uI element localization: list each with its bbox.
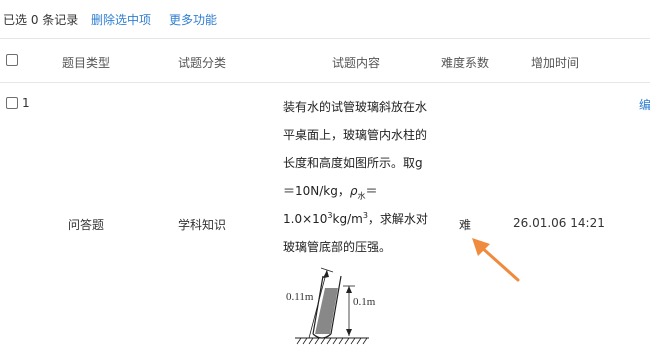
select-all-checkbox[interactable] bbox=[6, 54, 18, 66]
content-line: ＝10N/kg，ρ水＝ bbox=[283, 184, 378, 201]
row-type: 问答题 bbox=[68, 218, 105, 232]
content-line: 平桌面上，玻璃管内水柱的 bbox=[283, 128, 428, 142]
more-functions-button[interactable]: 更多功能 bbox=[169, 11, 217, 28]
row-time: 26.01.06 14:21 bbox=[513, 216, 605, 230]
header-category: 试题分类 bbox=[178, 56, 227, 70]
content-line: 1.0×103kg/m3，求解水对 bbox=[283, 211, 428, 227]
edit-link[interactable]: 编 bbox=[639, 96, 650, 113]
annotation-arrow-icon bbox=[472, 238, 520, 282]
row-category: 学科知识 bbox=[178, 218, 227, 232]
header-difficulty: 难度系数 bbox=[441, 56, 490, 70]
selected-count: 已选 0 条记录 bbox=[3, 13, 79, 27]
question-content: 装有水的试管玻璃斜放在水 平桌面上，玻璃管内水柱的 长度和高度如图所示。取g ＝… bbox=[283, 93, 443, 261]
header-content: 试题内容 bbox=[332, 56, 381, 70]
figure-length-label: 0.11m bbox=[286, 291, 314, 303]
header-time: 增加时间 bbox=[531, 56, 580, 70]
content-line: 装有水的试管玻璃斜放在水 bbox=[283, 100, 428, 114]
figure-height-label: 0.1m bbox=[353, 296, 376, 308]
row-index: 1 bbox=[22, 96, 30, 110]
delete-selected-button[interactable]: 删除选中项 bbox=[91, 11, 151, 28]
row-difficulty: 难 bbox=[459, 218, 472, 232]
content-line: 玻璃管底部的压强。 bbox=[283, 240, 392, 254]
content-line: 长度和高度如图所示。取g bbox=[283, 156, 423, 170]
row-checkbox[interactable] bbox=[6, 97, 18, 109]
header-type: 题目类型 bbox=[62, 56, 111, 70]
toolbar-divider bbox=[0, 38, 650, 39]
header-divider bbox=[0, 82, 650, 83]
